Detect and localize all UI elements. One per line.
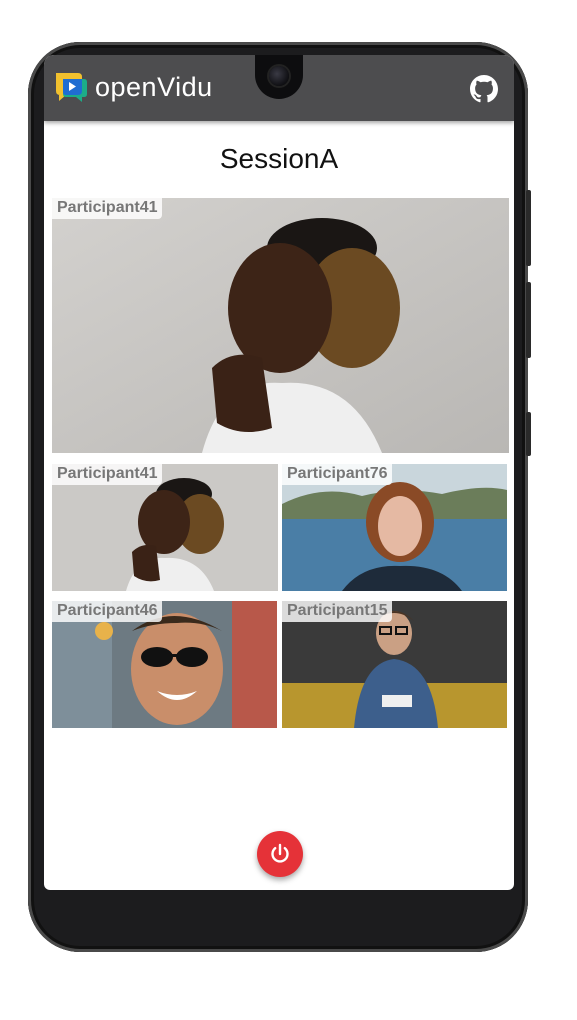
participant-video[interactable]: Participant15 [282, 601, 507, 728]
participant-video[interactable]: Participant41 [52, 464, 278, 591]
participant-nickname: Participant41 [52, 198, 163, 219]
front-camera [269, 66, 289, 86]
participant-nickname: Participant15 [282, 601, 393, 622]
volume-button [526, 190, 531, 266]
participant-video[interactable]: Participant46 [52, 601, 277, 728]
brand-name: openVidu [95, 72, 213, 102]
power-side-button [526, 412, 531, 456]
app-mockup: openVidu SessionA Participant41 Particip… [0, 0, 577, 1020]
session-title: SessionA [219, 143, 339, 174]
volume-button [526, 282, 531, 358]
leave-session-button[interactable] [257, 831, 303, 877]
participant-nickname: Participant46 [52, 601, 163, 622]
github-icon[interactable] [470, 75, 498, 103]
main-video[interactable]: Participant41 [52, 198, 509, 453]
power-icon [271, 843, 289, 863]
participant-nickname: Participant76 [282, 464, 393, 485]
phone-screen: openVidu SessionA Participant41 Particip… [44, 55, 514, 890]
participant-video[interactable]: Participant76 [282, 464, 507, 591]
participant-nickname: Participant41 [52, 464, 163, 485]
app-toolbar: openVidu [44, 55, 514, 121]
openvidu-logo-icon[interactable] [54, 71, 88, 103]
participant-video-feed [52, 198, 509, 453]
